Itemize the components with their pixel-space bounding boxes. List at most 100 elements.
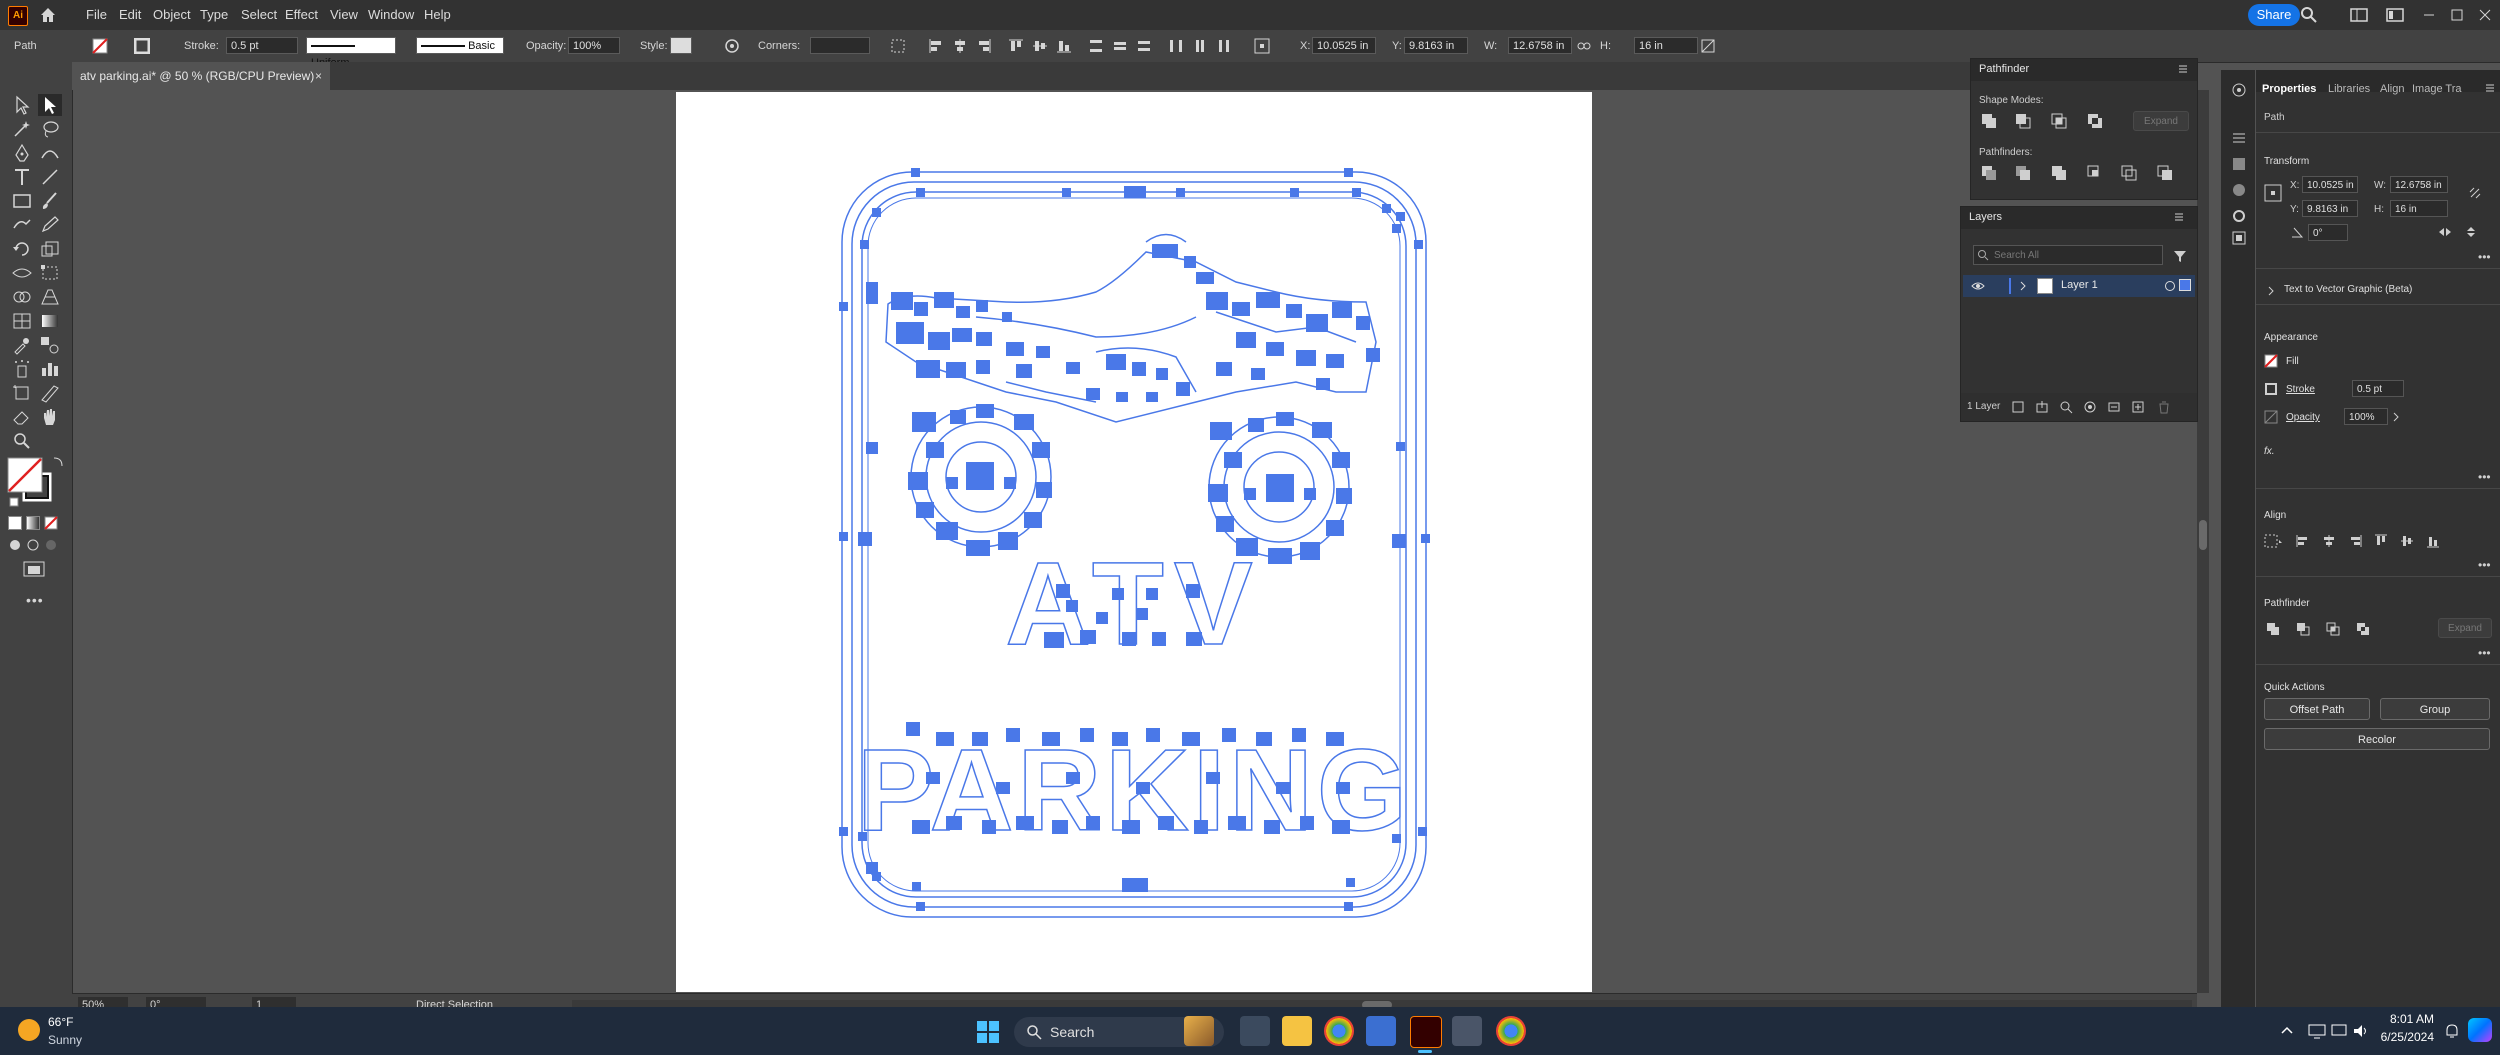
- divide-icon[interactable]: [1981, 165, 1997, 181]
- appearance-stroke-weight-field[interactable]: 0.5 pt: [2352, 380, 2404, 397]
- props-exclude-icon[interactable]: [2356, 622, 2370, 636]
- collect-for-export-icon[interactable]: [2035, 400, 2049, 414]
- lasso-tool-icon[interactable]: [38, 118, 62, 140]
- notification-bell-icon[interactable]: [2444, 1022, 2460, 1040]
- distribute-vertical-top-icon[interactable]: [1088, 38, 1104, 54]
- arrange-documents-icon[interactable]: [2350, 7, 2368, 23]
- export-for-screens-icon[interactable]: [2011, 400, 2025, 414]
- pathfinder-expand-button[interactable]: Expand: [2133, 111, 2189, 131]
- align-to-icon[interactable]: [2264, 534, 2284, 548]
- paintbrush-tool-icon[interactable]: [38, 190, 62, 212]
- vertical-align-center-icon[interactable]: [1032, 38, 1048, 54]
- constrain-proportions-icon[interactable]: [2468, 186, 2482, 200]
- intersect-icon[interactable]: [2051, 113, 2067, 129]
- transform-h-field[interactable]: 16 in: [2390, 200, 2448, 217]
- transparency-dock-icon[interactable]: [2231, 182, 2247, 198]
- align-horizontal-center-icon[interactable]: [2322, 534, 2336, 548]
- fill-swatch-icon[interactable]: [92, 38, 108, 54]
- show-hidden-icons-chevron-icon[interactable]: [2280, 1024, 2294, 1038]
- distribute-horizontal-left-icon[interactable]: [1168, 38, 1184, 54]
- height-field[interactable]: 16 in: [1634, 37, 1698, 54]
- rotate-tool-icon[interactable]: [10, 238, 34, 260]
- tab-libraries[interactable]: Libraries: [2328, 83, 2370, 95]
- reference-point-grid-icon[interactable]: [2264, 184, 2282, 202]
- selection-tool-icon[interactable]: [10, 94, 34, 116]
- recolor-button[interactable]: Recolor: [2264, 728, 2490, 750]
- chrome-icon[interactable]: [1324, 1016, 1354, 1046]
- minimize-icon[interactable]: [2418, 7, 2440, 23]
- reference-point-icon[interactable]: [1254, 38, 1270, 54]
- draw-mode-icons[interactable]: [8, 538, 58, 552]
- layer-visibility-eye-icon[interactable]: [1971, 280, 1985, 292]
- shaper-tool-icon[interactable]: [10, 214, 34, 236]
- eraser-tool-icon[interactable]: [10, 406, 34, 428]
- slice-tool-icon[interactable]: [38, 382, 62, 404]
- mesh-tool-icon[interactable]: [10, 310, 34, 332]
- magic-wand-tool-icon[interactable]: [10, 118, 34, 140]
- artboard-tool-icon[interactable]: [10, 382, 34, 404]
- change-screen-mode-icon[interactable]: [22, 560, 46, 578]
- opacity-expand-chevron-icon[interactable]: [2392, 412, 2400, 422]
- y-position-field[interactable]: 9.8163 in: [1404, 37, 1468, 54]
- corners-field[interactable]: [810, 37, 870, 54]
- layers-search-input[interactable]: Search All: [1973, 245, 2163, 265]
- calculator-icon[interactable]: [1366, 1016, 1396, 1046]
- appearance-opacity-field[interactable]: 100%: [2344, 408, 2388, 425]
- menu-object[interactable]: Object: [153, 7, 191, 22]
- make-clipping-mask-icon[interactable]: [2083, 400, 2097, 414]
- symbol-sprayer-tool-icon[interactable]: [10, 358, 34, 380]
- share-button[interactable]: Share: [2248, 4, 2300, 26]
- file-explorer-icon[interactable]: [1282, 1016, 1312, 1046]
- fill-stroke-swatches[interactable]: [6, 452, 66, 512]
- menu-type[interactable]: Type: [200, 7, 228, 22]
- workspace-switcher-icon[interactable]: [2386, 7, 2404, 23]
- align-bottom-icon[interactable]: [2426, 534, 2440, 548]
- props-expand-button[interactable]: Expand: [2438, 618, 2492, 638]
- zoom-tool-icon[interactable]: [10, 430, 34, 452]
- clock-time[interactable]: 8:01 AM: [2374, 1012, 2434, 1026]
- group-button[interactable]: Group: [2380, 698, 2490, 720]
- properties-panel-menu-icon[interactable]: [2484, 82, 2496, 94]
- close-window-icon[interactable]: [2474, 7, 2496, 23]
- props-intersect-icon[interactable]: [2326, 622, 2340, 636]
- align-more-options-icon[interactable]: •••: [2478, 558, 2491, 572]
- props-unite-icon[interactable]: [2266, 622, 2280, 636]
- gradient-mode-button[interactable]: [26, 516, 40, 530]
- props-minus-front-icon[interactable]: [2296, 622, 2310, 636]
- document-tab[interactable]: atv parking.ai* @ 50 % (RGB/CPU Preview)…: [72, 62, 330, 90]
- maximize-icon[interactable]: [2446, 7, 2468, 23]
- crop-icon[interactable]: [2087, 165, 2103, 181]
- pathfinder-more-options-icon[interactable]: •••: [2478, 646, 2491, 660]
- curvature-tool-icon[interactable]: [38, 142, 62, 164]
- volume-icon[interactable]: [2352, 1022, 2370, 1040]
- create-new-layer-icon[interactable]: [2131, 400, 2145, 414]
- align-left-icon[interactable]: [2296, 534, 2310, 548]
- graphic-styles-dock-icon[interactable]: [2231, 230, 2247, 246]
- horizontal-align-right-icon[interactable]: [976, 38, 992, 54]
- graphic-style-swatch[interactable]: [670, 37, 692, 54]
- flip-horizontal-icon[interactable]: [2438, 226, 2452, 238]
- rotate-angle-field[interactable]: 0°: [2308, 224, 2348, 241]
- free-transform-tool-icon[interactable]: [38, 262, 62, 284]
- align-vertical-center-icon[interactable]: [2400, 534, 2414, 548]
- appearance-dock-icon[interactable]: [2231, 208, 2247, 224]
- layer-row[interactable]: Layer 1: [1963, 275, 2195, 297]
- create-sublayer-icon[interactable]: [2107, 400, 2121, 414]
- type-tool-icon[interactable]: [10, 166, 34, 188]
- appearance-fill-swatch-icon[interactable]: [2264, 354, 2278, 368]
- align-top-icon[interactable]: [2374, 534, 2388, 548]
- vertical-scroll-thumb[interactable]: [2199, 520, 2207, 550]
- stroke-weight-field[interactable]: 0.5 pt: [226, 37, 298, 54]
- tab-image-trace[interactable]: Image Tra: [2412, 83, 2462, 95]
- vertical-scrollbar[interactable]: [2197, 90, 2209, 993]
- layers-panel-menu-icon[interactable]: [2173, 211, 2185, 223]
- layer-name[interactable]: Layer 1: [2061, 279, 2098, 291]
- exclude-icon[interactable]: [2087, 113, 2103, 129]
- offset-path-button[interactable]: Offset Path: [2264, 698, 2370, 720]
- tab-align[interactable]: Align: [2380, 83, 2404, 95]
- layer-selection-indicator[interactable]: [2179, 279, 2191, 291]
- transform-more-options-icon[interactable]: •••: [2478, 250, 2491, 264]
- atv-parking-artwork[interactable]: ATV PARKING: [676, 92, 1592, 992]
- stroke-dock-icon[interactable]: [2231, 130, 2247, 146]
- merge-icon[interactable]: [2051, 165, 2067, 181]
